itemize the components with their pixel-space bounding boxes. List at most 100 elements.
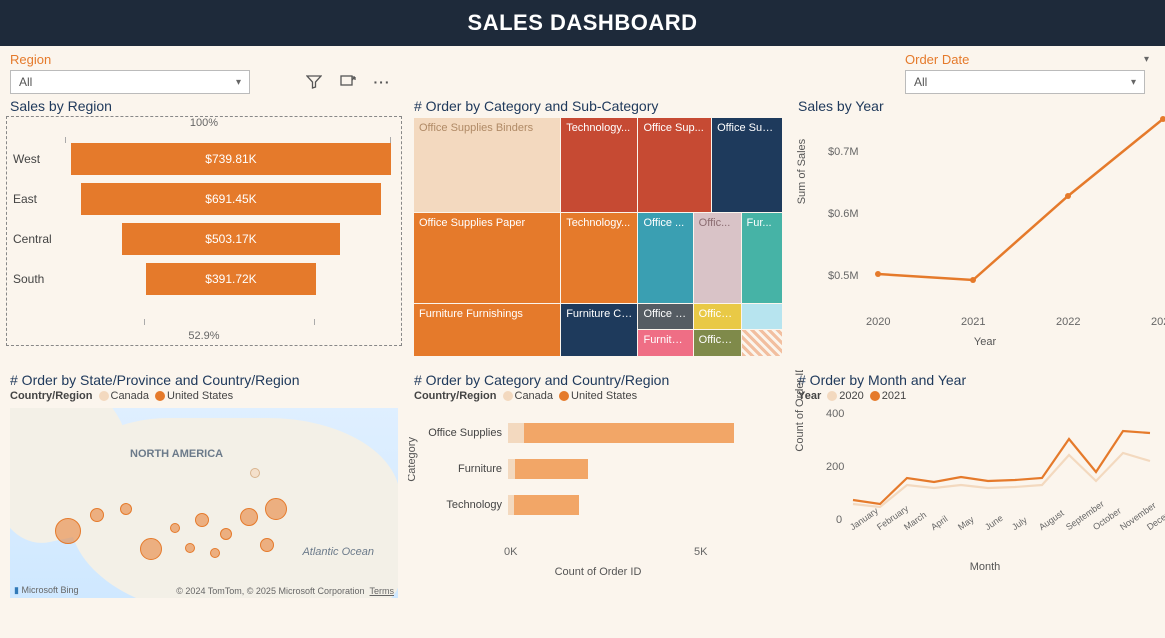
treemap-tile[interactable]: Office Sup...	[638, 118, 712, 213]
treemap-tile[interactable]: Office S...	[694, 330, 742, 356]
funnel-row[interactable]: East $691.45K	[13, 179, 395, 219]
x-tick: 2023	[1151, 316, 1165, 328]
x-axis-label: Month	[798, 561, 1165, 573]
funnel-bar: $739.81K	[71, 143, 391, 175]
map-bubble[interactable]	[185, 543, 195, 553]
funnel-row[interactable]: West $739.81K	[13, 139, 395, 179]
hbar-seg	[524, 423, 734, 443]
funnel-cat-label: Central	[13, 232, 67, 246]
treemap-tile[interactable]: Furniture Ch...	[561, 304, 638, 356]
treemap-tile[interactable]	[742, 330, 782, 356]
treemap-tile[interactable]: Office ...	[638, 213, 693, 303]
x-tick: 2020	[866, 316, 890, 328]
map-copyright: © 2024 TomTom, © 2025 Microsoft Corporat…	[176, 586, 394, 596]
card-order-by-cat-country[interactable]: # Order by Category and Country/Region C…	[408, 370, 788, 610]
funnel-row[interactable]: Central $503.17K	[13, 219, 395, 259]
treemap-tile[interactable]: Office Supplies Binders	[414, 118, 561, 213]
visual-toolbar: ···	[300, 70, 396, 94]
funnel-row[interactable]: South $391.72K	[13, 259, 395, 299]
treemap-tile[interactable]: Fur...	[742, 213, 782, 303]
map-bubble[interactable]	[260, 538, 274, 552]
legend-swatch	[559, 391, 569, 401]
legend-item: 2020	[839, 390, 863, 402]
map-bubble[interactable]	[265, 498, 287, 520]
hbar-seg	[508, 459, 515, 479]
x-tick: 2022	[1056, 316, 1080, 328]
chevron-down-icon[interactable]: ▾	[1144, 54, 1149, 65]
hbar-cat: Technology	[422, 499, 508, 511]
map-bubble[interactable]	[120, 503, 132, 515]
chevron-down-icon: ▾	[236, 77, 241, 88]
treemap-tile[interactable]: Office Sup...	[712, 118, 782, 213]
treemap-tile[interactable]	[742, 304, 782, 330]
map-visual[interactable]: NORTH AMERICA Atlantic Ocean ▮ Microsoft…	[10, 408, 398, 598]
map-bubble[interactable]	[170, 523, 180, 533]
x-tick: 5K	[694, 546, 707, 558]
legend: Country/Region Canada United States	[408, 390, 788, 406]
card-order-by-state[interactable]: # Order by State/Province and Country/Re…	[4, 370, 404, 610]
treemap-tile[interactable]: Furniture Furnishings	[414, 304, 561, 356]
map-bubble[interactable]	[140, 538, 162, 560]
card-sales-by-region[interactable]: Sales by Region 100% West $739.81K East …	[4, 96, 404, 366]
funnel-bar: $691.45K	[81, 183, 381, 215]
dashboard-title: SALES DASHBOARD	[0, 0, 1165, 46]
legend-item: United States	[167, 390, 233, 402]
x-tick: 2021	[961, 316, 985, 328]
treemap-tile[interactable]: Office S...	[638, 304, 693, 330]
terms-link[interactable]: Terms	[370, 586, 395, 596]
map-bubble[interactable]	[195, 513, 209, 527]
funnel-cat-label: East	[13, 192, 67, 206]
chart-title: # Order by State/Province and Country/Re…	[4, 370, 404, 390]
map-bubble[interactable]	[210, 548, 220, 558]
chart-title: # Order by Month and Year	[792, 370, 1165, 390]
x-axis-label: Year	[798, 336, 1165, 348]
chevron-down-icon: ▾	[1131, 77, 1136, 88]
legend-swatch	[503, 391, 513, 401]
line-chart-svg	[798, 116, 1165, 316]
hbar-cat: Office Supplies	[422, 427, 508, 439]
continent-label: NORTH AMERICA	[130, 448, 223, 460]
map-bubble[interactable]	[240, 508, 258, 526]
region-filter-value: All	[19, 75, 32, 89]
hbar-seg	[515, 459, 588, 479]
chart-title: # Order by Category and Sub-Category	[408, 96, 788, 116]
more-options-icon[interactable]: ···	[368, 70, 396, 94]
order-date-filter-value: All	[914, 75, 927, 89]
treemap-tile[interactable]: Office ...	[694, 304, 742, 330]
filter-icon[interactable]	[300, 70, 328, 94]
funnel-bot-pct: 52.9%	[7, 330, 401, 342]
focus-mode-icon[interactable]	[334, 70, 362, 94]
hbar-seg	[514, 495, 579, 515]
card-order-by-cat-subcat[interactable]: # Order by Category and Sub-Category Off…	[408, 96, 788, 366]
treemap-tile[interactable]: Technology...	[561, 118, 638, 213]
treemap-tile[interactable]: Furnitur...	[638, 330, 693, 356]
funnel-bar: $391.72K	[146, 263, 316, 295]
chart-title: # Order by Category and Country/Region	[408, 370, 788, 390]
hbar-row[interactable]: Office Supplies	[422, 418, 782, 448]
legend: Country/Region Canada United States	[4, 390, 404, 406]
hbar-seg	[508, 423, 524, 443]
legend: Year 2020 2021	[792, 390, 1165, 406]
region-filter-label: Region	[10, 52, 290, 67]
map-bubble[interactable]	[250, 468, 260, 478]
map-bubble[interactable]	[220, 528, 232, 540]
legend-item: Canada	[515, 390, 554, 402]
map-bubble[interactable]	[90, 508, 104, 522]
hbar-row[interactable]: Furniture	[422, 454, 782, 484]
treemap-tile[interactable]: Offic...	[694, 213, 742, 303]
legend-swatch	[99, 391, 109, 401]
map-bubble[interactable]	[55, 518, 81, 544]
treemap-tile[interactable]: Office Supplies Paper	[414, 213, 561, 303]
card-sales-by-year[interactable]: Sales by Year Sum of Sales $0.7M $0.6M $…	[792, 96, 1165, 366]
x-axis-label: Count of Order ID	[414, 566, 782, 578]
hbar-row[interactable]: Technology	[422, 490, 782, 520]
hbar-cat: Furniture	[422, 463, 508, 475]
order-date-filter-select[interactable]: All ▾	[905, 70, 1145, 94]
x-tick: 0K	[504, 546, 517, 558]
region-filter-select[interactable]: All ▾	[10, 70, 250, 94]
funnel-top-pct: 100%	[13, 117, 395, 129]
card-order-by-month-year[interactable]: # Order by Month and Year Year 2020 2021…	[792, 370, 1165, 610]
legend-label: Country/Region	[414, 390, 497, 402]
treemap-tile[interactable]: Technology...	[561, 213, 638, 303]
legend-swatch	[827, 391, 837, 401]
